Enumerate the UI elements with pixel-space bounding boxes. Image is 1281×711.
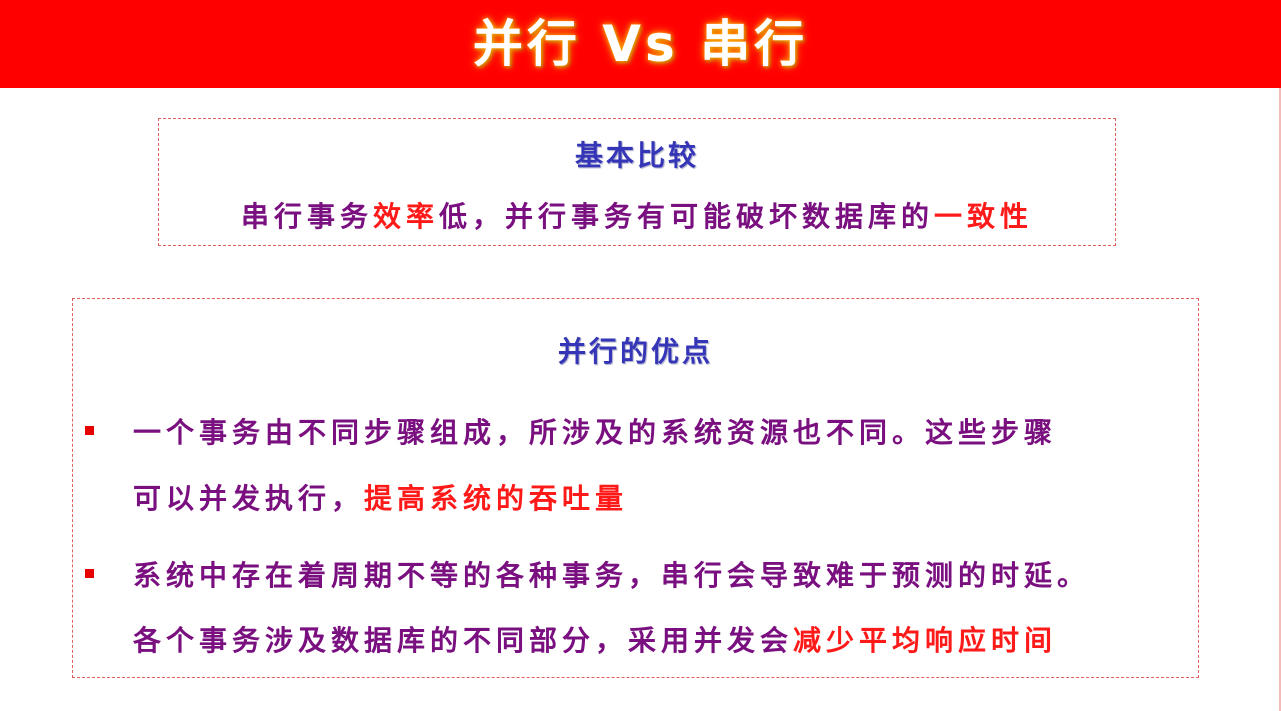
comparison-highlight-consistency: 一致性: [934, 200, 1034, 233]
bullet-icon: [85, 569, 94, 578]
parallel-advantages-box: 并行的优点 一个事务由不同步骤组成，所涉及的系统资源也不同。这些步骤 可以并发执…: [72, 298, 1199, 678]
advantage-2-text: 各个事务涉及数据库的不同部分，采用并发会: [133, 624, 794, 657]
advantage-1-text: 可以并发执行，: [133, 482, 365, 515]
comparison-highlight-efficiency: 效率: [372, 200, 439, 233]
advantage-2-line2: 各个事务涉及数据库的不同部分，采用并发会减少平均响应时间: [133, 619, 1057, 659]
advantage-1-line2: 可以并发执行，提高系统的吞吐量: [133, 477, 628, 517]
comparison-text-part1: 串行事务: [240, 200, 373, 233]
parallel-advantages-heading: 并行的优点: [557, 335, 713, 368]
advantage-2-line1: 系统中存在着周期不等的各种事务，串行会导致难于预测的时延。: [133, 559, 1091, 592]
basic-comparison-box: 基本比较 串行事务效率低，并行事务有可能破坏数据库的一致性: [158, 118, 1116, 246]
advantage-2-highlight: 减少平均响应时间: [793, 624, 1058, 657]
comparison-text-part2: 低，并行事务有可能破坏数据库的: [439, 200, 935, 233]
bullet-icon: [85, 426, 94, 435]
basic-comparison-heading: 基本比较: [574, 139, 699, 172]
advantage-1-line1: 一个事务由不同步骤组成，所涉及的系统资源也不同。这些步骤: [133, 416, 1058, 449]
advantage-1-highlight: 提高系统的吞吐量: [364, 482, 629, 515]
slide-title: 并行 Vs 串行: [472, 15, 809, 73]
comparison-text: 串行事务效率低，并行事务有可能破坏数据库的一致性: [159, 195, 1115, 235]
